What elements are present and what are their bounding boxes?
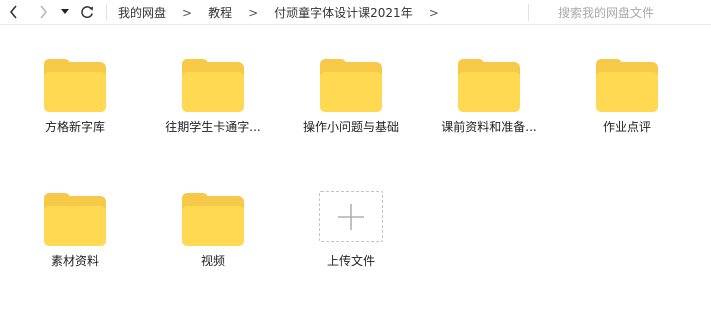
folder-item[interactable]: 作业点评 xyxy=(567,25,687,135)
history-dropdown-button[interactable] xyxy=(58,3,72,21)
upload-box[interactable] xyxy=(319,191,383,242)
upload-label: 上传文件 xyxy=(326,254,375,268)
folder-item[interactable]: 课前资料和准备... xyxy=(429,25,549,135)
folder-item[interactable]: 素材资料 xyxy=(15,159,135,269)
caret-down-icon xyxy=(61,9,69,14)
breadcrumb-separator-icon: > xyxy=(248,5,259,20)
folder-name: 方格新字库 xyxy=(44,120,105,134)
file-grid: 方格新字库 往期学生卡通字... 操作小问题与基础 课前资料和准备... 作业点… xyxy=(0,25,711,328)
folder-name: 素材资料 xyxy=(50,254,99,268)
folder-name: 视频 xyxy=(200,254,225,268)
folder-icon xyxy=(596,59,658,112)
upload-file-button[interactable]: 上传文件 xyxy=(291,159,411,269)
breadcrumb: 我的网盘 > 教程 > 付顽童字体设计课2021年 > xyxy=(118,4,455,21)
breadcrumb-item-my-drive[interactable]: 我的网盘 xyxy=(118,4,166,21)
folder-name: 操作小问题与基础 xyxy=(302,120,399,134)
breadcrumb-expand-icon[interactable]: > xyxy=(429,6,439,20)
divider xyxy=(528,4,529,21)
folder-name: 作业点评 xyxy=(602,120,651,134)
folder-name: 往期学生卡通字... xyxy=(165,120,261,134)
folder-icon xyxy=(182,193,244,246)
toolbar: 我的网盘 > 教程 > 付顽童字体设计课2021年 > xyxy=(0,0,711,25)
folder-icon xyxy=(44,59,106,112)
folder-icon xyxy=(320,59,382,112)
chevron-left-icon xyxy=(9,5,17,19)
folder-icon xyxy=(458,59,520,112)
folder-name: 课前资料和准备... xyxy=(441,120,537,134)
breadcrumb-item-tutorials[interactable]: 教程 xyxy=(208,4,232,21)
folder-item[interactable]: 视频 xyxy=(153,159,273,269)
plus-icon xyxy=(338,203,364,230)
folder-item[interactable]: 往期学生卡通字... xyxy=(153,25,273,135)
folder-icon xyxy=(182,59,244,112)
back-button[interactable] xyxy=(5,3,23,21)
breadcrumb-item-current-folder[interactable]: 付顽童字体设计课2021年 xyxy=(274,4,413,21)
folder-icon xyxy=(44,193,106,246)
breadcrumb-separator-icon: > xyxy=(182,5,193,20)
folder-item[interactable]: 操作小问题与基础 xyxy=(291,25,411,135)
chevron-right-icon xyxy=(40,5,48,19)
divider xyxy=(106,4,107,21)
refresh-icon xyxy=(81,6,93,19)
refresh-button[interactable] xyxy=(78,3,96,21)
forward-button[interactable] xyxy=(34,3,52,21)
search-input[interactable] xyxy=(558,4,698,21)
folder-item[interactable]: 方格新字库 xyxy=(15,25,135,135)
